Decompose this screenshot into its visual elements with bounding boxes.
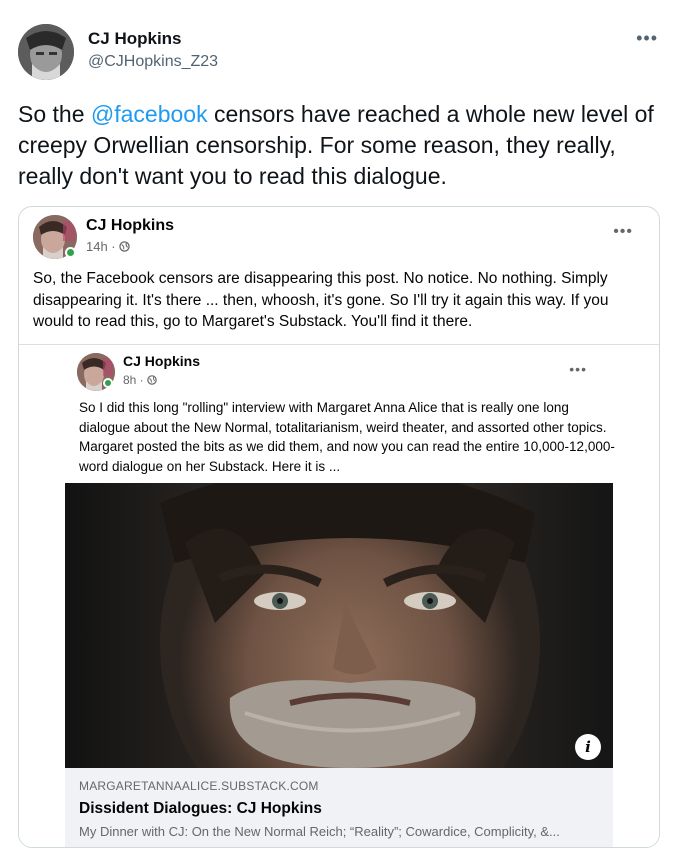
author-avatar[interactable] (18, 24, 74, 80)
shared-author-name: CJ Hopkins (123, 353, 201, 369)
shared-online-status-dot (103, 378, 113, 388)
fb-more-icon: ••• (613, 223, 633, 240)
shared-post-time: 8h · (123, 373, 157, 387)
more-options-icon[interactable]: ••• (636, 28, 658, 49)
facebook-mention-link[interactable]: @facebook (91, 101, 208, 127)
shared-more-icon: ••• (569, 361, 587, 377)
author-handle[interactable]: @CJHopkins_Z23 (88, 53, 218, 71)
shared-post-text: So I did this long "rolling" interview w… (79, 400, 615, 474)
info-icon[interactable]: i (575, 734, 601, 760)
fb-author-name: CJ Hopkins (86, 217, 175, 234)
fb-post-time-text: 14h · (86, 239, 120, 254)
shared-post: CJ Hopkins 8h · ••• So I did this long "… (19, 344, 659, 847)
globe-icon (119, 239, 130, 254)
link-description: My Dinner with CJ: On the New Normal Rei… (79, 824, 560, 839)
fb-post-time: 14h · (86, 239, 130, 254)
portrait-photo: i (65, 483, 613, 768)
link-preview: MARGARETANNAALICE.SUBSTACK.COM Dissident… (65, 768, 613, 847)
tweet-text-before: So the (18, 101, 91, 127)
shared-globe-icon (147, 373, 157, 387)
embedded-image-card[interactable]: CJ Hopkins 14h · ••• So, the Facebook ce… (18, 206, 660, 848)
author-name[interactable]: CJ Hopkins (88, 29, 182, 49)
online-status-dot (65, 247, 76, 258)
link-domain: MARGARETANNAALICE.SUBSTACK.COM (79, 779, 319, 793)
fb-post-text: So, the Facebook censors are disappearin… (33, 270, 609, 330)
shared-post-time-text: 8h · (123, 373, 148, 387)
tweet-text: So the @facebook censors have reached a … (18, 99, 663, 192)
link-title: Dissident Dialogues: CJ Hopkins (79, 800, 322, 817)
